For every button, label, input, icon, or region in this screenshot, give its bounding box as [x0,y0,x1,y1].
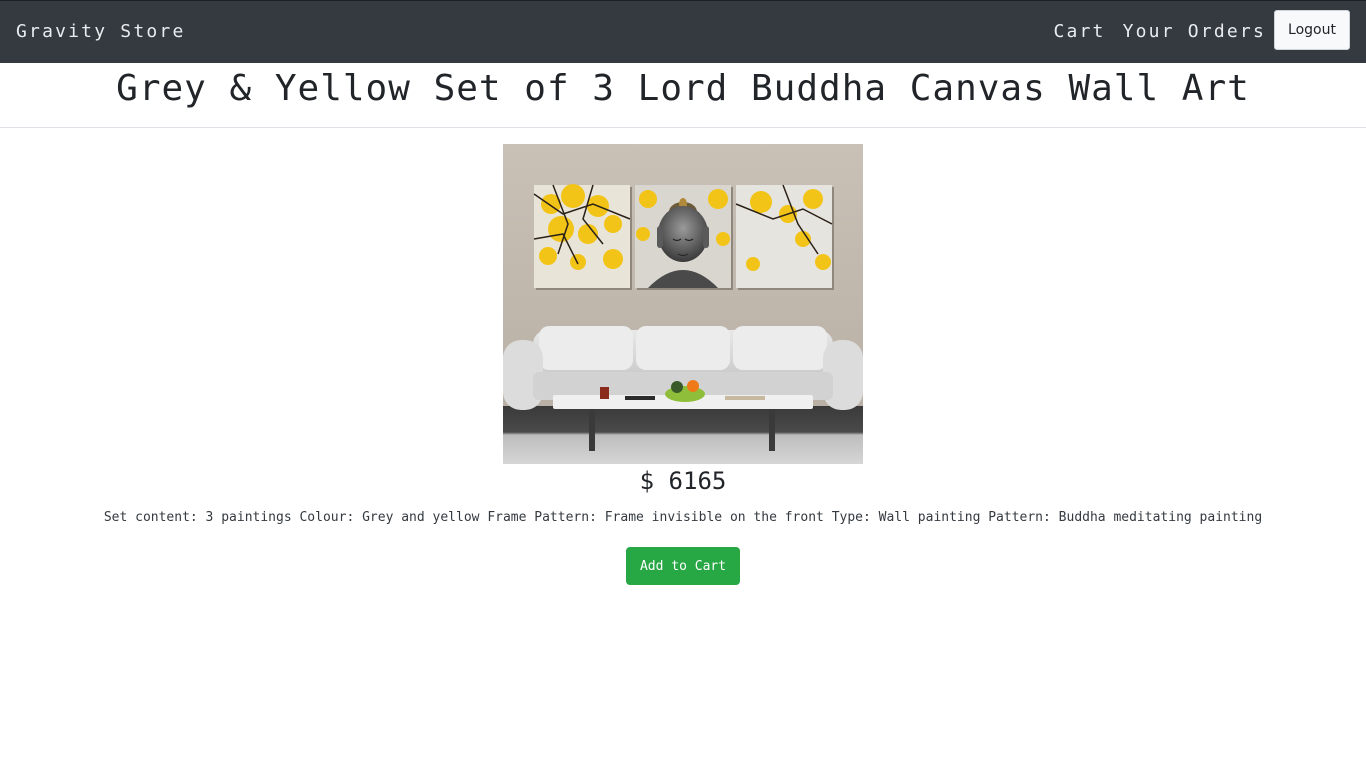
nav-orders-link[interactable]: Your Orders [1123,21,1266,42]
product-price: $ 6165 [639,467,727,495]
product-title: Grey & Yellow Set of 3 Lord Buddha Canva… [116,68,1250,109]
product-description: Set content: 3 paintings Colour: Grey an… [103,510,1263,525]
brand-link[interactable]: Gravity Store [16,21,185,42]
add-to-cart-button[interactable]: Add to Cart [626,547,740,585]
product-image [503,144,863,464]
nav-links: Cart Your Orders [1053,21,1266,42]
logout-button[interactable]: Logout [1274,10,1350,50]
top-navbar: Gravity Store Cart Your Orders Logout [0,0,1366,63]
nav-cart-link[interactable]: Cart [1053,21,1105,42]
title-section: Grey & Yellow Set of 3 Lord Buddha Canva… [0,63,1366,128]
